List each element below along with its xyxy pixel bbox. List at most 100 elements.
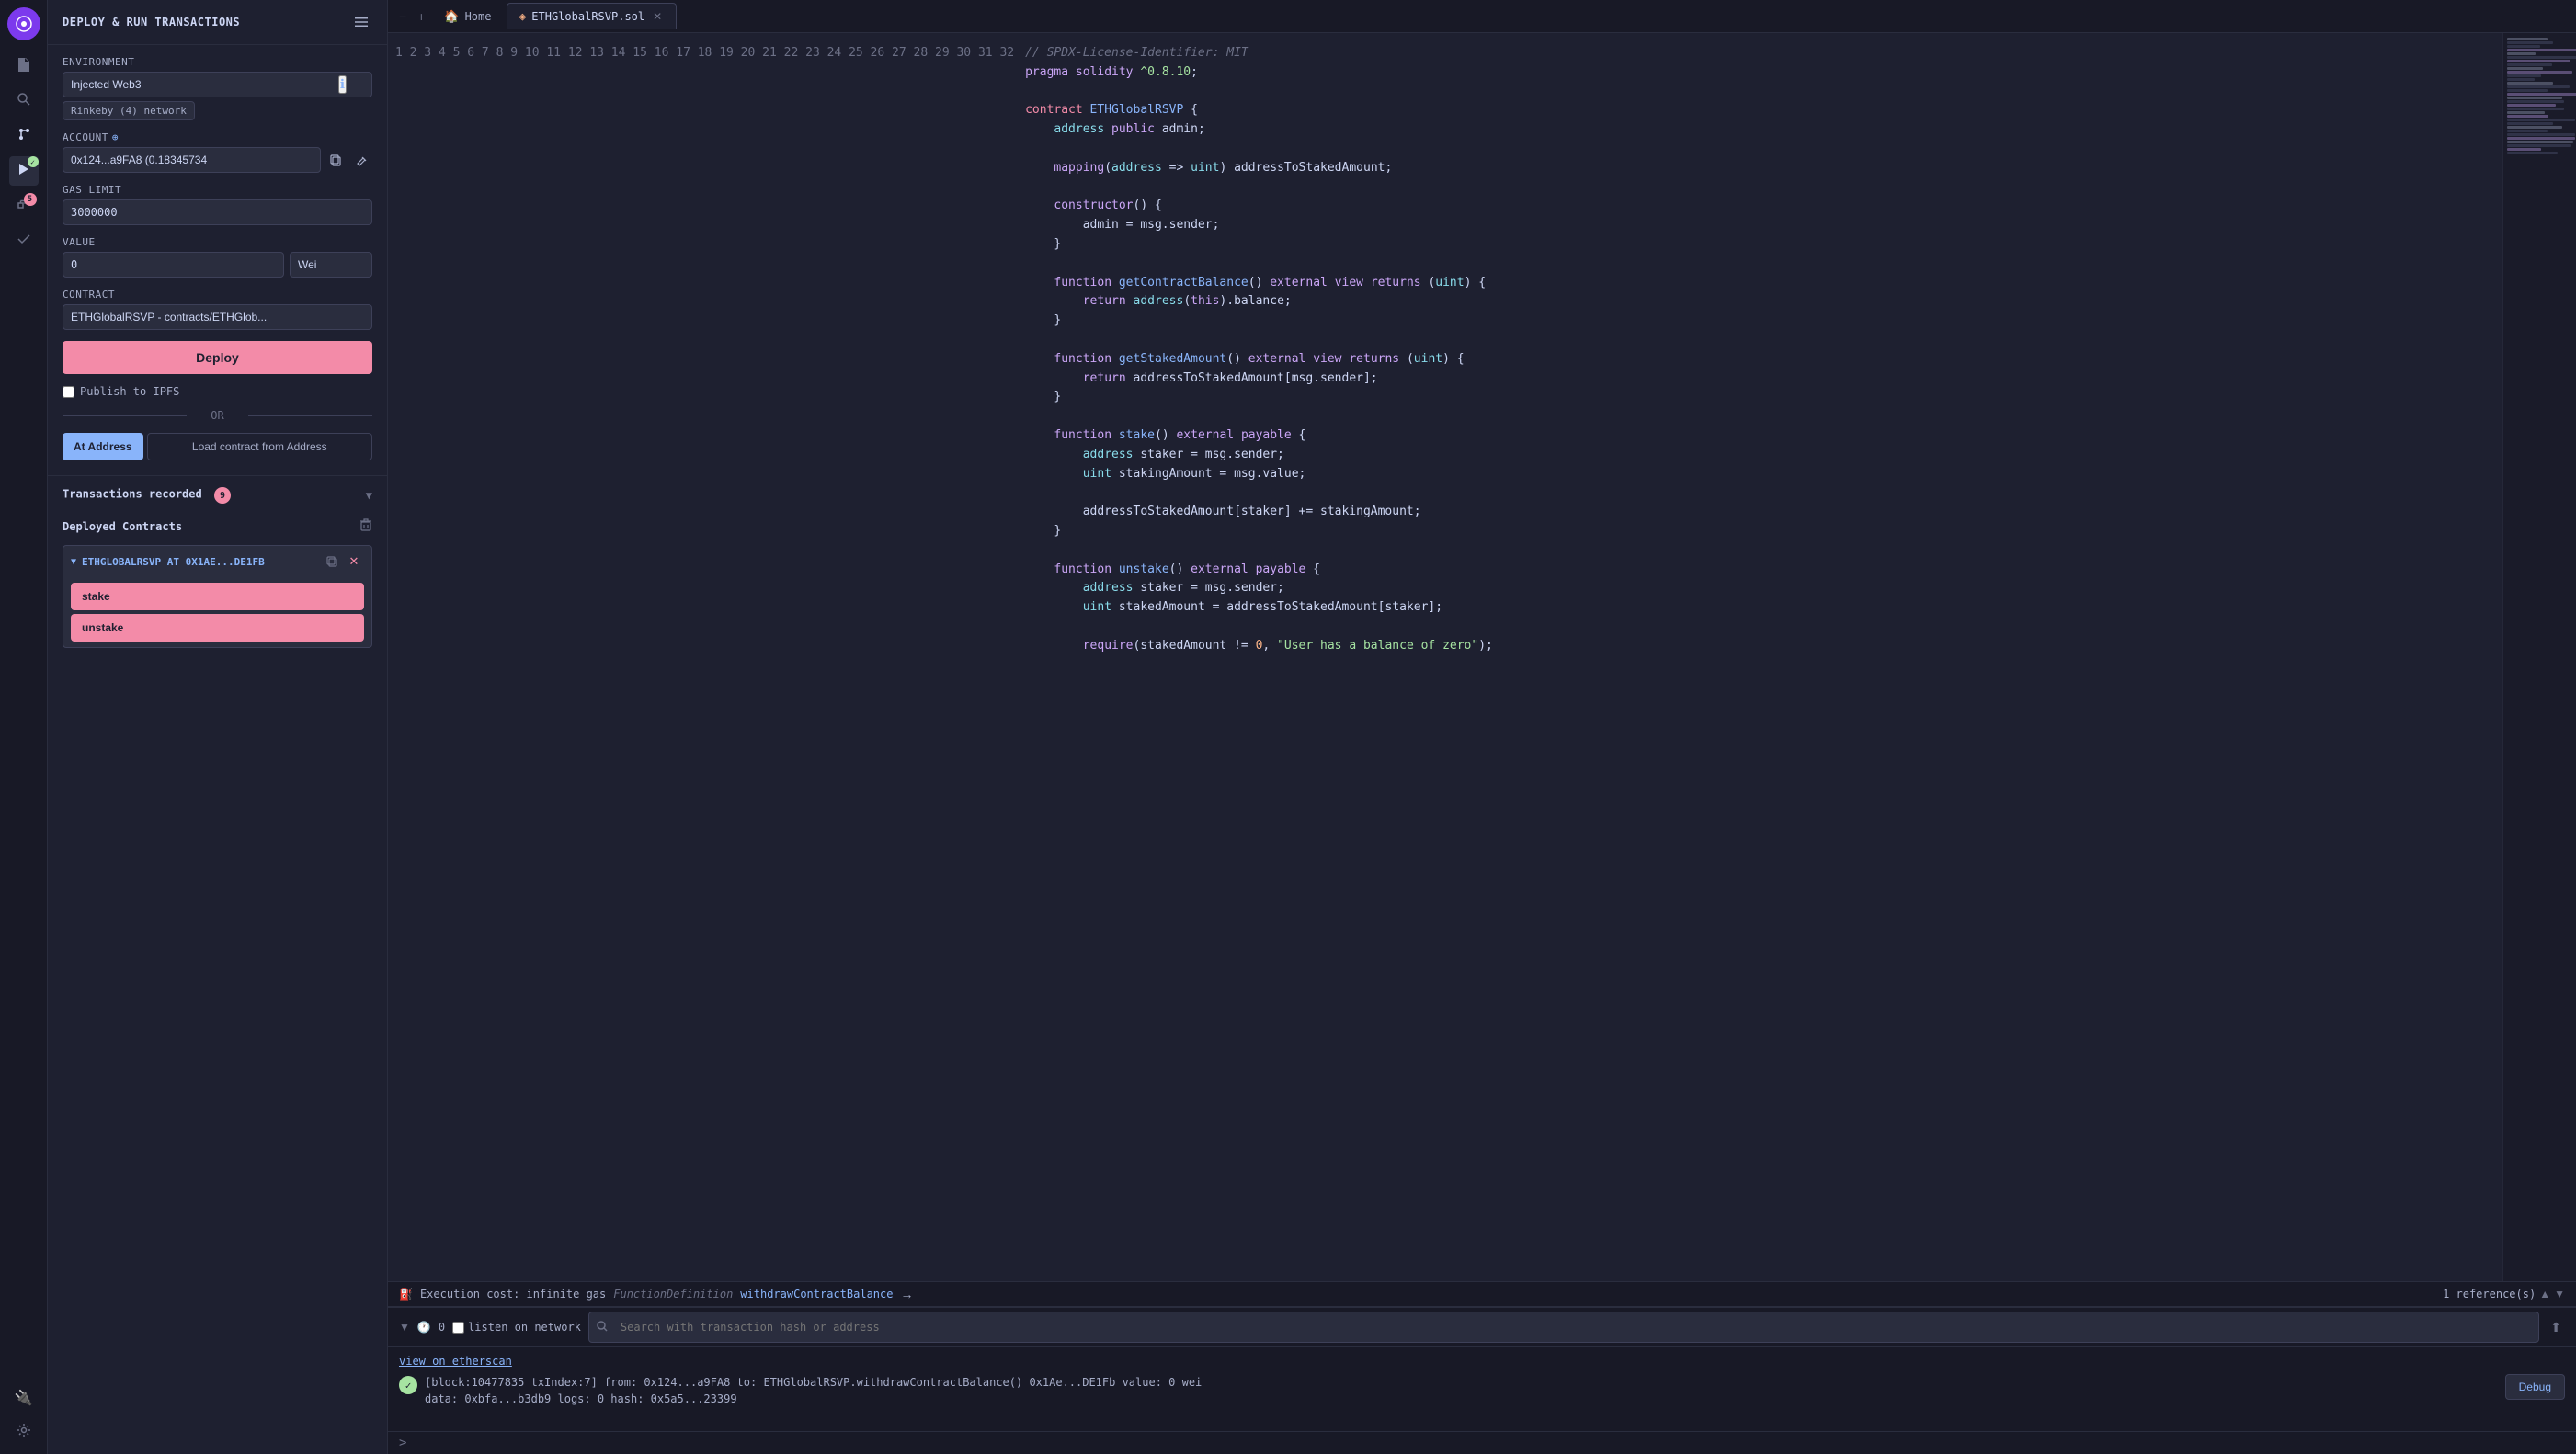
terminal-search-input[interactable] <box>613 1315 2531 1339</box>
ref-next-btn[interactable]: ▼ <box>2554 1288 2565 1301</box>
search-icon-btn[interactable] <box>9 86 39 116</box>
settings-icon <box>17 1423 31 1441</box>
plugin2-icon: 🔌 <box>15 1389 33 1406</box>
execution-cost-text: Execution cost: infinite gas <box>420 1288 606 1301</box>
listen-network-row: listen on network <box>452 1321 581 1334</box>
environment-label: ENVIRONMENT <box>63 56 372 68</box>
contract-item-name: ETHGLOBALRSVP AT 0X1AE...DE1FB <box>82 556 316 568</box>
gas-limit-label: GAS LIMIT <box>63 184 372 196</box>
code-editor[interactable]: 1 2 3 4 5 6 7 8 9 10 11 12 13 14 15 16 1… <box>388 33 2576 1281</box>
zoom-in-btn[interactable]: + <box>414 6 428 28</box>
environment-field: ENVIRONMENT Injected Web3 JavaScript VM … <box>63 56 372 120</box>
tab-bar: − + 🏠 Home ◈ ETHGlobalRSVP.sol ✕ <box>388 0 2576 33</box>
test-icon-btn[interactable] <box>9 226 39 256</box>
publish-ipfs-checkbox[interactable] <box>63 386 74 398</box>
publish-ipfs-row: Publish to IPFS <box>63 385 372 398</box>
terminal-search-icon <box>597 1321 608 1335</box>
clock-icon: 🕐 <box>417 1321 431 1334</box>
git-icon <box>17 127 31 145</box>
load-contract-button[interactable]: Load contract from Address <box>147 433 372 460</box>
gas-pump-icon: ⛽ <box>399 1288 413 1301</box>
contract-chevron-icon[interactable]: ▼ <box>71 557 76 567</box>
account-field: ACCOUNT ⊕ 0x124...a9FA8 (0.18345734 <box>63 131 372 173</box>
etherscan-link[interactable]: view on etherscan <box>399 1355 512 1368</box>
remove-contract-btn[interactable]: ✕ <box>344 551 364 572</box>
copy-contract-btn[interactable] <box>322 551 342 572</box>
account-row: 0x124...a9FA8 (0.18345734 <box>63 147 372 173</box>
listen-network-label: listen on network <box>468 1321 581 1334</box>
copy-account-btn[interactable] <box>325 149 347 171</box>
deployed-contracts-section: Deployed Contracts <box>48 511 387 541</box>
debug-button[interactable]: Debug <box>2505 1374 2565 1400</box>
function-name-text: withdrawContractBalance <box>740 1288 893 1301</box>
value-unit-select[interactable]: Wei Gwei Finney Ether <box>290 252 372 278</box>
search-icon <box>17 92 31 110</box>
ref-prev-btn[interactable]: ▲ <box>2539 1288 2550 1301</box>
listen-network-checkbox[interactable] <box>452 1322 464 1334</box>
clear-contracts-button[interactable] <box>359 518 372 534</box>
transactions-badge: 9 <box>214 487 231 504</box>
deploy-active-badge: ✓ <box>30 158 35 166</box>
references-controls: 1 reference(s) ▲ ▼ <box>2443 1288 2565 1301</box>
sol-tab-icon: ◈ <box>519 10 526 24</box>
tx-details-text: [block:10477835 txIndex:7] from: 0x124..… <box>425 1374 1202 1407</box>
network-badge: Rinkeby (4) network <box>63 101 195 120</box>
terminal-search-bar <box>588 1312 2539 1343</box>
terminal-content: view on etherscan ✓ [block:10477835 txIn… <box>388 1347 2576 1431</box>
stake-function-btn[interactable]: stake <box>71 583 364 610</box>
contract-label: CONTRACT <box>63 289 372 301</box>
contract-item-header: ▼ ETHGLOBALRSVP AT 0X1AE...DE1FB ✕ <box>63 546 371 577</box>
line-numbers: 1 2 3 4 5 6 7 8 9 10 11 12 13 14 15 16 1… <box>388 33 1025 1281</box>
unstake-function-btn[interactable]: unstake <box>71 614 364 642</box>
deploy-button[interactable]: Deploy <box>63 341 372 374</box>
tx-data-text: data: 0xbfa...b3db9 logs: 0 hash: 0x5a5.… <box>425 1392 737 1405</box>
plugin-manager-icon-btn[interactable]: 5 <box>9 191 39 221</box>
contract-item-actions: ✕ <box>322 551 364 572</box>
plugin-badge: 5 <box>24 193 37 206</box>
at-address-button[interactable]: At Address <box>63 433 143 460</box>
deployed-contract-item: ▼ ETHGLOBALRSVP AT 0X1AE...DE1FB ✕ stake… <box>63 545 372 648</box>
expand-terminal-btn[interactable]: ⬆ <box>2547 1320 2565 1335</box>
contract-functions: stake unstake <box>63 577 371 647</box>
listen-count-text: 0 <box>439 1321 445 1334</box>
environment-select[interactable]: Injected Web3 JavaScript VM (Berlin) Jav… <box>63 72 372 97</box>
publish-ipfs-label: Publish to IPFS <box>80 385 179 398</box>
plugin2-icon-btn[interactable]: 🔌 <box>9 1382 39 1412</box>
execution-bar: ⛽ Execution cost: infinite gas FunctionD… <box>388 1281 2576 1307</box>
sidebar-menu-btn[interactable] <box>350 11 372 33</box>
at-address-row: At Address Load contract from Address <box>63 433 372 460</box>
app-logo <box>7 7 40 40</box>
edit-account-btn[interactable] <box>350 149 372 171</box>
gas-limit-field: GAS LIMIT 3000000 <box>63 184 372 225</box>
settings-icon-btn[interactable] <box>9 1417 39 1447</box>
test-icon <box>17 232 31 250</box>
account-plus-btn[interactable]: ⊕ <box>112 131 119 143</box>
tx-success-icon: ✓ <box>399 1376 417 1394</box>
files-icon-btn[interactable] <box>9 51 39 81</box>
environment-select-wrapper: Injected Web3 JavaScript VM (Berlin) Jav… <box>63 72 372 97</box>
minimap <box>2502 33 2576 1281</box>
deploy-run-icon-btn[interactable]: ✓ <box>9 156 39 186</box>
zoom-out-btn[interactable]: − <box>395 6 410 28</box>
icon-bar: ✓ 5 🔌 <box>0 0 48 1454</box>
git-icon-btn[interactable] <box>9 121 39 151</box>
account-select[interactable]: 0x124...a9FA8 (0.18345734 <box>63 147 321 173</box>
terminal-collapse-btn[interactable]: ▼ <box>399 1321 410 1334</box>
tab-home[interactable]: 🏠 Home <box>432 4 503 29</box>
ref-count-text: 1 reference(s) <box>2443 1288 2536 1301</box>
transactions-recorded-section[interactable]: Transactions recorded 9 ▼ <box>48 480 387 511</box>
gas-limit-input[interactable]: 3000000 <box>63 199 372 225</box>
transaction-entry: ✓ [block:10477835 txIndex:7] from: 0x124… <box>399 1374 2565 1407</box>
exec-bar-arrow-btn[interactable]: → <box>900 1287 913 1301</box>
terminal-area: ▼ 🕐 0 listen on network ⬆ view on ethers… <box>388 1307 2576 1454</box>
contract-field: CONTRACT ETHGlobalRSVP - contracts/ETHGl… <box>63 289 372 330</box>
deployed-contracts-label: Deployed Contracts <box>63 520 182 533</box>
terminal-prompt: > <box>399 1436 406 1450</box>
tab-ethglobal[interactable]: ◈ ETHGlobalRSVP.sol ✕ <box>507 3 677 29</box>
close-ethglobal-tab-btn[interactable]: ✕ <box>650 9 665 24</box>
contract-select[interactable]: ETHGlobalRSVP - contracts/ETHGlob... <box>63 304 372 330</box>
tx-block-text: [block:10477835 txIndex:7] from: 0x124..… <box>425 1376 1202 1389</box>
code-content[interactable]: // SPDX-License-Identifier: MIT pragma s… <box>1025 33 2502 1281</box>
value-input[interactable]: 0 <box>63 252 284 278</box>
environment-info-btn[interactable]: ℹ <box>338 75 347 94</box>
